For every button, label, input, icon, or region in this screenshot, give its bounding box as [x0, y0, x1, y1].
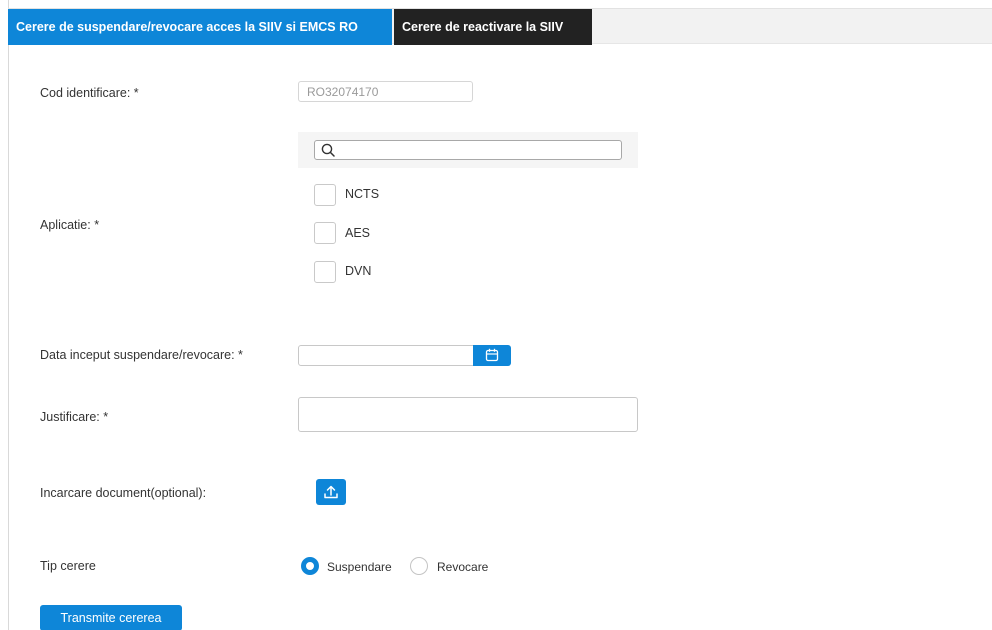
checkbox-dvn[interactable]: [314, 261, 336, 283]
tab-suspendare-revocare[interactable]: Cerere de suspendare/revocare acces la S…: [8, 9, 392, 45]
aplicatie-label: Aplicatie: *: [40, 218, 100, 232]
data-inceput-input[interactable]: [298, 345, 474, 366]
upload-icon: [324, 485, 338, 499]
checkbox-ncts-label: NCTS: [345, 187, 380, 201]
checkbox-ncts[interactable]: [314, 184, 336, 206]
checkbox-dvn-label: DVN: [345, 264, 372, 278]
upload-button[interactable]: [316, 479, 346, 505]
tab-reactivare[interactable]: Cerere de reactivare la SIIV: [394, 9, 592, 45]
aplicatie-search-input[interactable]: [314, 140, 622, 160]
date-picker-button[interactable]: [473, 345, 511, 366]
tab-bar: Cerere de suspendare/revocare acces la S…: [8, 8, 992, 45]
cod-identificare-input[interactable]: [298, 81, 473, 102]
cod-identificare-label: Cod identificare: *: [40, 86, 139, 100]
calendar-icon: [485, 348, 499, 362]
radio-suspendare[interactable]: [301, 557, 319, 575]
aplicatie-search-panel: [298, 132, 638, 168]
search-icon: [321, 143, 335, 157]
justificare-input[interactable]: [298, 397, 638, 432]
page-frame: [8, 0, 992, 630]
checkbox-aes-label: AES: [345, 226, 371, 240]
tip-cerere-label: Tip cerere: [40, 559, 96, 573]
radio-revocare-label: Revocare: [437, 560, 489, 574]
radio-suspendare-label: Suspendare: [327, 560, 392, 574]
incarcare-document-label: Incarcare document(optional):: [40, 486, 207, 500]
justificare-label: Justificare: *: [40, 410, 109, 424]
checkbox-aes[interactable]: [314, 222, 336, 244]
submit-button[interactable]: Transmite cererea: [40, 605, 182, 630]
radio-revocare[interactable]: [410, 557, 428, 575]
data-inceput-label: Data inceput suspendare/revocare: *: [40, 348, 243, 362]
